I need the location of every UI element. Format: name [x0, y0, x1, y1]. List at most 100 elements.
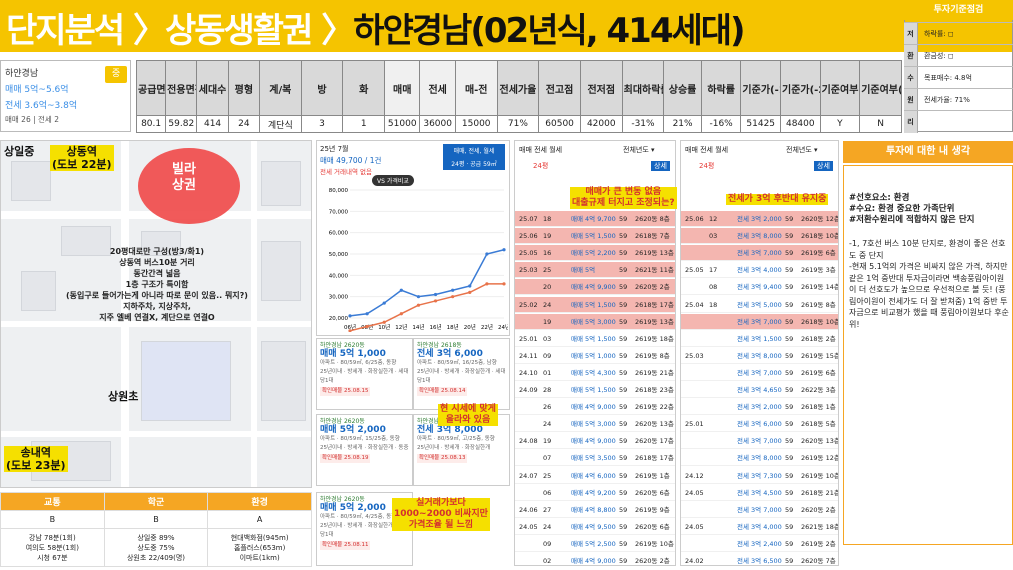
table-cell: 24	[227, 115, 260, 133]
transaction-cell: 2618동 23층	[635, 386, 674, 394]
transaction-cell: 24.07	[519, 471, 538, 480]
table-header[interactable]: 기준여부(-20%)	[859, 60, 902, 116]
transaction-cell: 59	[785, 215, 794, 223]
transaction-cell: 59	[619, 215, 628, 223]
compare-button[interactable]: VS 가격비교	[372, 175, 414, 186]
table-header[interactable]: 매-전	[454, 60, 498, 116]
transaction-cell: 59	[619, 505, 628, 514]
y-tick-label: 50,000	[329, 252, 349, 258]
chart-filter-button[interactable]: 매매, 전세, 월세	[443, 144, 505, 157]
table-header[interactable]: 전고점	[538, 60, 581, 116]
y-tick-label: 70,000	[329, 209, 349, 215]
listing-card[interactable]: 하얀경남 2618동 전세 3억 6,000 아파트 · 80/59㎡, 16/25…	[413, 338, 510, 410]
table-header[interactable]: 하락률	[700, 60, 742, 116]
map-label: 상원초	[108, 390, 139, 403]
table-header[interactable]: 전세가율	[496, 60, 540, 116]
transaction-cell: 59	[785, 300, 794, 309]
transaction-cell: 59	[785, 368, 794, 377]
table-header[interactable]: 계/복	[258, 60, 302, 116]
transaction-cell: 매매 4억 9,700	[571, 215, 616, 223]
detail-button[interactable]: 상세	[651, 161, 670, 171]
table-header[interactable]: 전용면적	[165, 60, 198, 116]
series-point	[416, 303, 421, 307]
transaction-cell: 매매 5억 2,200	[571, 249, 616, 258]
transaction-cell: 59	[619, 471, 628, 480]
transaction-cell: 2618동 1층	[801, 403, 836, 412]
transaction-cell: 19	[543, 437, 552, 446]
table-cell: 계단식	[258, 115, 302, 133]
y-tick-label: 30,000	[329, 295, 349, 301]
series-point	[365, 312, 369, 316]
transaction-row: 전세 3억 1,500 59 2618동 2층	[681, 331, 838, 347]
transaction-cell: 59	[619, 488, 628, 497]
transaction-cell: 24.05	[685, 522, 704, 531]
listing-card[interactable]: 하얀경남 2620동 매매 5억 2,000 아파트 · 80/59㎡, 15/25…	[316, 414, 413, 486]
x-tick-label: 16년	[430, 323, 442, 331]
series-point	[365, 324, 369, 329]
transaction-cell: 전세 3억 7,000	[737, 368, 782, 377]
listing-card[interactable]: 하얀경남 2620동 매매 5억 1,000 아파트 · 80/59㎡, 6/25층…	[316, 338, 413, 410]
transaction-row: 24.05 전세 3억 4,000 59 2621동 18층	[681, 519, 838, 535]
transaction-row: 전세 3억 8,000 59 2619동 12층	[681, 450, 838, 467]
transaction-cell: 59	[619, 522, 628, 531]
transaction-cell: 매매 5억 1,500	[571, 334, 616, 343]
series-point	[348, 314, 352, 318]
table-header[interactable]: 기준가(-15%)	[740, 60, 782, 116]
transaction-row: 전세 3억 7,000 59 2620동 2층	[681, 502, 838, 518]
criteria-row: 원 전세가율: 71%	[904, 88, 1013, 111]
transaction-row: 24.05 전세 3억 4,500 59 2618동 21층	[681, 485, 838, 501]
table-cell: 1	[342, 115, 386, 133]
transaction-cell: 06	[543, 488, 552, 497]
transaction-cell: 2618동 17층	[635, 300, 674, 309]
x-tick-label: 18년	[447, 323, 459, 331]
series-point	[399, 312, 403, 316]
table-header[interactable]: 방	[300, 60, 344, 116]
note-sale-current: 실거래가보다 1000~2000 비싸지만 가격조율 될 느낌	[392, 498, 490, 531]
transaction-row: 24 매매 5억 3,000 59 2620동 13층	[515, 416, 675, 433]
transaction-cell: 59	[619, 539, 628, 548]
transaction-cell: 전세 3억 8,000	[737, 351, 782, 360]
note-jeonse-current: 현 시세에 맞게 올라와 있음	[438, 404, 498, 426]
table-cell: 414	[196, 115, 229, 133]
transaction-cell: 매매 5억 3,000	[571, 317, 616, 326]
detail-button[interactable]: 상세	[814, 161, 833, 171]
transaction-cell: 전세 3억 4,650	[737, 386, 782, 394]
table-header[interactable]: 기준가(-20%)	[780, 60, 821, 116]
transaction-row: 20 매매 4억 9,900 59 2620동 2층	[515, 279, 675, 296]
x-tick-label: 22년	[481, 323, 493, 331]
table-header[interactable]: 전저점	[579, 60, 623, 116]
table-header[interactable]: 최대하락률	[621, 60, 665, 116]
transaction-row: 전세 3억 7,000 59 2619동 6층	[681, 365, 838, 381]
transaction-row: 24.11 09 매매 5억 1,000 59 2619동 8층	[515, 348, 675, 364]
chart-size-button[interactable]: 24평 · 공급 59㎡	[443, 157, 505, 170]
transaction-cell: 59	[619, 557, 628, 565]
transaction-cell: 매매 4억 9,500	[571, 522, 616, 531]
table-header[interactable]: 세대수	[196, 60, 229, 116]
transaction-row: 전세 3억 7,000 59 2619동 6층	[681, 245, 838, 262]
table-header[interactable]: 매매	[384, 60, 421, 116]
map-label: 상일중	[4, 145, 35, 158]
transaction-cell: 25	[543, 471, 552, 480]
series-point	[416, 295, 421, 299]
transaction-row: 24.07 25 매매 4억 6,000 59 2619동 1층	[515, 468, 675, 484]
series-point	[451, 288, 455, 292]
transaction-cell: 매매 4억 9,900	[571, 283, 616, 292]
transaction-cell: 매매 5억 3,000	[571, 420, 616, 429]
table-header[interactable]: 상승률	[663, 60, 702, 116]
table-header[interactable]: 평형	[227, 60, 260, 116]
x-tick-label: 10년	[378, 323, 390, 331]
transaction-cell: 2618동 2층	[801, 334, 836, 343]
map-label: 송내역 (도보 23분)	[4, 446, 68, 472]
note-jeonse-hold: 전세가 3억 후반대 유지중	[726, 194, 829, 205]
table-header[interactable]: 화	[342, 60, 386, 116]
transaction-cell: 2619동 10층	[801, 471, 839, 480]
table-header[interactable]: 전세	[419, 60, 456, 116]
table-header[interactable]: 기준여부(-15%)	[819, 60, 861, 116]
transaction-cell: 25.06	[519, 232, 538, 241]
transaction-cell: 2621동 11층	[635, 266, 674, 275]
transaction-cell: 전세 3억 7,000	[737, 505, 782, 514]
transaction-cell: 03	[543, 334, 552, 343]
table-header[interactable]: 공급면적	[135, 60, 167, 116]
transaction-cell: 25.02	[519, 300, 538, 309]
transaction-cell: 2618동 10층	[801, 232, 839, 241]
